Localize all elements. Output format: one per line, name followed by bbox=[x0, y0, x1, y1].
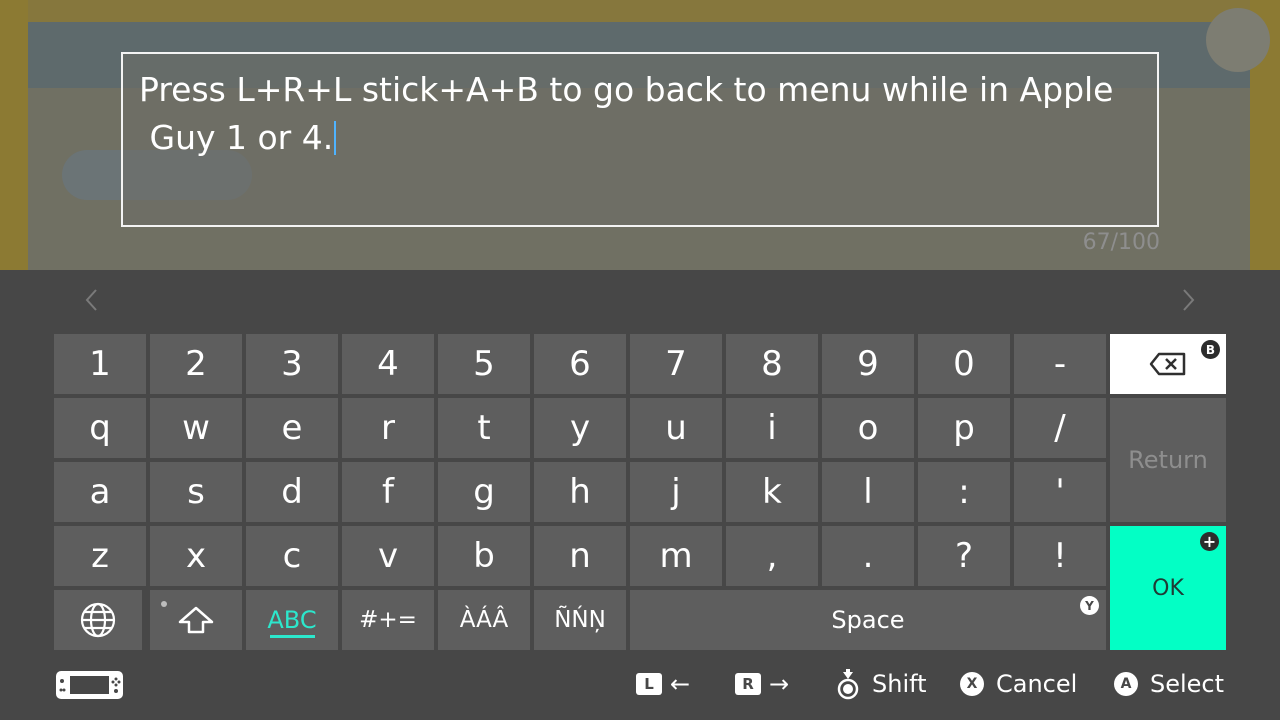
key-row4-0[interactable]: z bbox=[54, 526, 146, 586]
key-row1-3[interactable]: 4 bbox=[342, 334, 434, 394]
key-row4-6[interactable]: m bbox=[630, 526, 722, 586]
key-row3-9[interactable]: : bbox=[918, 462, 1010, 522]
ok-label: OK bbox=[1152, 575, 1184, 601]
backspace-icon bbox=[1149, 352, 1186, 376]
key-row2-5[interactable]: y bbox=[534, 398, 626, 458]
key-row4-8[interactable]: . bbox=[822, 526, 914, 586]
key-row1-5[interactable]: 6 bbox=[534, 334, 626, 394]
text-input-content: Press L+R+L stick+A+B to go back to menu… bbox=[139, 66, 1149, 162]
key-row1-9[interactable]: 0 bbox=[918, 334, 1010, 394]
accents-a-mode-tab[interactable]: ÀÁÂ bbox=[438, 590, 530, 650]
key-row3-2[interactable]: d bbox=[246, 462, 338, 522]
key-row2-0[interactable]: q bbox=[54, 398, 146, 458]
key-row2-9[interactable]: p bbox=[918, 398, 1010, 458]
key-row1-7[interactable]: 8 bbox=[726, 334, 818, 394]
key-row2-4[interactable]: t bbox=[438, 398, 530, 458]
backspace-button[interactable]: B bbox=[1110, 334, 1226, 394]
x-button-icon: X bbox=[960, 672, 984, 696]
key-row2-1[interactable]: w bbox=[150, 398, 242, 458]
b-button-badge: B bbox=[1201, 340, 1220, 359]
handheld-console-icon bbox=[56, 671, 123, 699]
cancel-label: Cancel bbox=[996, 670, 1078, 698]
l-button-icon: L bbox=[636, 673, 662, 695]
footer-shift-hint[interactable]: Shift bbox=[834, 666, 927, 702]
key-row2-8[interactable]: o bbox=[822, 398, 914, 458]
key-row2-2[interactable]: e bbox=[246, 398, 338, 458]
chevron-right-icon[interactable] bbox=[1176, 288, 1200, 316]
arrow-left-icon: ← bbox=[670, 670, 691, 698]
background-circle bbox=[1206, 8, 1270, 72]
key-row2-10[interactable]: / bbox=[1014, 398, 1106, 458]
footer-cancel[interactable]: X Cancel bbox=[960, 666, 1077, 702]
key-row4-10[interactable]: ! bbox=[1014, 526, 1106, 586]
background-topbar bbox=[0, 0, 1280, 22]
character-counter: 67/100 bbox=[1082, 230, 1160, 255]
background-edge-left bbox=[0, 0, 28, 270]
key-row1-6[interactable]: 7 bbox=[630, 334, 722, 394]
key-row3-3[interactable]: f bbox=[342, 462, 434, 522]
shift-indicator-dot bbox=[161, 601, 167, 607]
abc-mode-tab[interactable]: ABC bbox=[246, 590, 338, 650]
text-input-value: Press L+R+L stick+A+B to go back to menu… bbox=[139, 70, 1114, 157]
key-row2-6[interactable]: u bbox=[630, 398, 722, 458]
accents-n-mode-tab[interactable]: ÑŃŅ bbox=[534, 590, 626, 650]
language-button[interactable] bbox=[54, 590, 142, 650]
shift-arrow-icon bbox=[178, 606, 214, 634]
key-row4-9[interactable]: ? bbox=[918, 526, 1010, 586]
footer-select[interactable]: A Select bbox=[1114, 666, 1224, 702]
key-row1-1[interactable]: 2 bbox=[150, 334, 242, 394]
key-row3-10[interactable]: ' bbox=[1014, 462, 1106, 522]
key-row3-7[interactable]: k bbox=[726, 462, 818, 522]
key-row1-10[interactable]: - bbox=[1014, 334, 1106, 394]
symbols-mode-tab[interactable]: #+= bbox=[342, 590, 434, 650]
key-row3-1[interactable]: s bbox=[150, 462, 242, 522]
key-row3-4[interactable]: g bbox=[438, 462, 530, 522]
space-label: Space bbox=[831, 606, 905, 634]
key-row3-0[interactable]: a bbox=[54, 462, 146, 522]
key-row4-4[interactable]: b bbox=[438, 526, 530, 586]
select-label: Select bbox=[1150, 670, 1225, 698]
chevron-left-icon[interactable] bbox=[80, 288, 104, 316]
key-row3-8[interactable]: l bbox=[822, 462, 914, 522]
key-row4-1[interactable]: x bbox=[150, 526, 242, 586]
key-row3-6[interactable]: j bbox=[630, 462, 722, 522]
key-row1-2[interactable]: 3 bbox=[246, 334, 338, 394]
key-row2-7[interactable]: i bbox=[726, 398, 818, 458]
key-row2-3[interactable]: r bbox=[342, 398, 434, 458]
a-button-icon: A bbox=[1114, 672, 1138, 696]
shift-button[interactable] bbox=[150, 590, 242, 650]
footer-r-move-right[interactable]: R → bbox=[735, 666, 789, 702]
text-caret bbox=[334, 121, 337, 155]
plus-icon: + bbox=[1200, 532, 1219, 551]
key-row1-4[interactable]: 5 bbox=[438, 334, 530, 394]
key-row4-3[interactable]: v bbox=[342, 526, 434, 586]
space-button[interactable]: Space Y bbox=[630, 590, 1106, 650]
globe-icon bbox=[80, 602, 116, 638]
active-tab-underline bbox=[270, 635, 315, 638]
key-row3-5[interactable]: h bbox=[534, 462, 626, 522]
key-row1-8[interactable]: 9 bbox=[822, 334, 914, 394]
shift-hint-label: Shift bbox=[872, 670, 927, 698]
abc-label: ABC bbox=[267, 606, 317, 634]
r-button-icon: R bbox=[735, 673, 761, 695]
ok-button[interactable]: OK + bbox=[1110, 526, 1226, 650]
key-row4-7[interactable]: , bbox=[726, 526, 818, 586]
text-input-field[interactable]: Press L+R+L stick+A+B to go back to menu… bbox=[121, 52, 1159, 227]
left-stick-press-icon bbox=[837, 669, 859, 700]
key-row4-2[interactable]: c bbox=[246, 526, 338, 586]
return-button[interactable]: Return bbox=[1110, 398, 1226, 522]
footer-l-move-left[interactable]: L ← bbox=[636, 666, 690, 702]
arrow-right-icon: → bbox=[769, 670, 790, 698]
key-row4-5[interactable]: n bbox=[534, 526, 626, 586]
y-button-badge: Y bbox=[1080, 596, 1099, 615]
key-row1-0[interactable]: 1 bbox=[54, 334, 146, 394]
